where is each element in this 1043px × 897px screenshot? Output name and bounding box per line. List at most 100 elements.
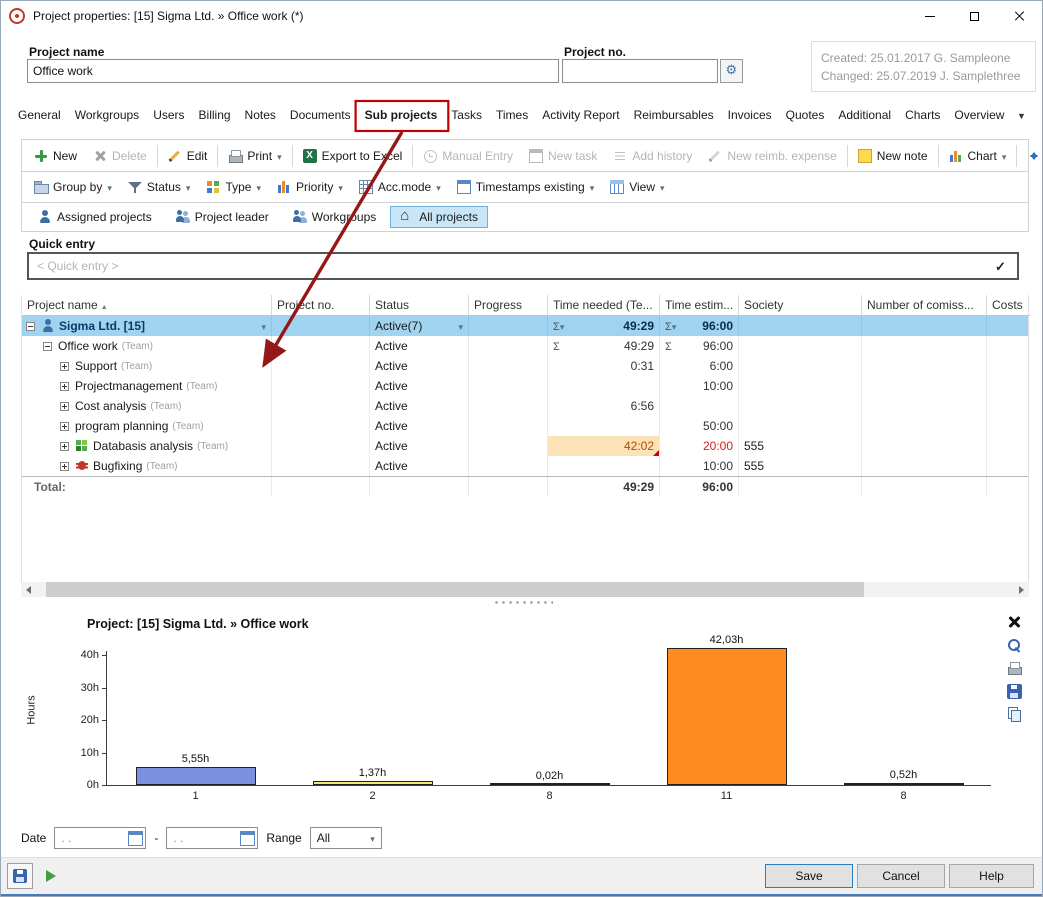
project-name-input[interactable] (27, 59, 559, 83)
chart-save-icon[interactable] (1007, 684, 1022, 699)
expander-icon[interactable] (26, 322, 35, 331)
column-header-project-no[interactable]: Project no. (272, 295, 370, 316)
all-projects-view[interactable]: All projects (390, 206, 488, 228)
tab-workgroups[interactable]: Workgroups (68, 102, 146, 128)
tab-invoices[interactable]: Invoices (721, 102, 779, 128)
calendar-icon[interactable] (240, 831, 255, 846)
scroll-left-button[interactable] (21, 582, 36, 597)
expand-button[interactable]: Expand (1019, 140, 1043, 171)
tab-sub-projects[interactable]: Sub projects (358, 102, 445, 128)
column-header-time-estim[interactable]: Time estim... (660, 295, 739, 316)
expander-icon[interactable] (43, 342, 52, 351)
tab-quotes[interactable]: Quotes (779, 102, 832, 128)
dropdown-icon[interactable] (560, 319, 565, 333)
date-from-input[interactable] (61, 831, 128, 845)
expander-icon[interactable] (60, 362, 69, 371)
edit-button[interactable]: Edit (160, 140, 216, 171)
help-button[interactable]: Help (949, 864, 1034, 888)
project-leader-view[interactable]: Project leader (166, 206, 279, 228)
table-row[interactable]: Office work(Team)Active49:2996:00 (22, 336, 1028, 356)
date-to-input[interactable] (173, 831, 240, 845)
tab-activity-report[interactable]: Activity Report (535, 102, 626, 128)
status-filter[interactable]: Status (120, 172, 199, 202)
tab-general[interactable]: General (11, 102, 68, 128)
tab-times[interactable]: Times (489, 102, 535, 128)
print-button[interactable]: Print (220, 140, 289, 171)
chart-preview-icon[interactable] (1007, 638, 1022, 653)
workgroups-view[interactable]: Workgroups (283, 206, 386, 228)
expander-icon[interactable] (60, 442, 69, 451)
chart-button[interactable]: Chart (941, 140, 1015, 171)
splitter-handle[interactable] (493, 600, 553, 605)
cancel-button[interactable]: Cancel (857, 864, 945, 888)
acc-mode-filter[interactable]: Acc.mode (351, 172, 449, 202)
tab-tasks[interactable]: Tasks (444, 102, 489, 128)
delete-button[interactable]: Delete (85, 140, 155, 171)
new-reimb-expense-button[interactable]: New reimb. expense (700, 140, 844, 171)
timestamps-existing-filter[interactable]: Timestamps existing (449, 172, 602, 202)
maximize-button[interactable] (952, 1, 997, 31)
column-header-number-of-comiss[interactable]: Number of comiss... (862, 295, 987, 316)
scrollbar-thumb[interactable] (46, 582, 864, 597)
tab-users[interactable]: Users (146, 102, 191, 128)
tab-documents[interactable]: Documents (283, 102, 358, 128)
new-button[interactable]: New (26, 140, 85, 171)
scroll-right-button[interactable] (1014, 582, 1029, 597)
expander-icon[interactable] (60, 422, 69, 431)
chart-close-icon[interactable] (1007, 615, 1022, 630)
horizontal-scrollbar[interactable] (21, 582, 1029, 597)
check-icon[interactable] (995, 259, 1009, 273)
priority-filter[interactable]: Priority (269, 172, 351, 202)
save-button[interactable]: Save (765, 864, 853, 888)
table-row[interactable]: Support(Team)Active0:316:00 (22, 356, 1028, 376)
table-row[interactable]: Databasis analysis(Team)Active42:0220:00… (22, 436, 1028, 456)
column-header-progress[interactable]: Progress (469, 295, 548, 316)
tab-billing[interactable]: Billing (192, 102, 238, 128)
tab-notes[interactable]: Notes (238, 102, 283, 128)
close-window-button[interactable] (997, 1, 1042, 31)
add-history-button[interactable]: Add history (605, 140, 700, 171)
column-header-time-needed-te[interactable]: Time needed (Te... (548, 295, 660, 316)
tabs-overflow-chevron-icon[interactable] (1017, 108, 1026, 122)
tab-additional[interactable]: Additional (831, 102, 898, 128)
calendar-icon[interactable] (128, 831, 143, 846)
tab-charts[interactable]: Charts (898, 102, 947, 128)
table-row[interactable]: Bugfixing(Team)Active10:00555 (22, 456, 1028, 476)
project-no-settings-button[interactable] (720, 59, 743, 83)
column-header-status[interactable]: Status (370, 295, 469, 316)
dropdown-icon[interactable] (458, 319, 463, 333)
column-header-project-name[interactable]: Project name (22, 295, 272, 316)
clock-icon (423, 149, 437, 163)
minimize-button[interactable] (907, 1, 952, 31)
scrollbar-track[interactable] (36, 582, 1014, 597)
new-task-button[interactable]: New task (521, 140, 605, 171)
view-filter[interactable]: View (602, 172, 672, 202)
grid-icon (359, 180, 373, 194)
chart-copy-icon[interactable] (1007, 707, 1022, 722)
column-header-costs[interactable]: Costs (987, 295, 1030, 316)
tab-overview[interactable]: Overview (947, 102, 1011, 128)
run-button[interactable] (37, 863, 63, 889)
column-header-society[interactable]: Society (739, 295, 862, 316)
project-no-input[interactable] (562, 59, 718, 83)
type-filter[interactable]: Type (198, 172, 269, 202)
table-row[interactable]: program planning(Team)Active50:00 (22, 416, 1028, 436)
expander-icon[interactable] (60, 382, 69, 391)
table-row[interactable]: Sigma Ltd. [15]Active(7)49:2996:00 (22, 316, 1028, 336)
save-layout-button[interactable] (7, 863, 33, 889)
table-row[interactable]: Projectmanagement(Team)Active10:00 (22, 376, 1028, 396)
expander-icon[interactable] (60, 462, 69, 471)
table-row[interactable]: Cost analysis(Team)Active6:56 (22, 396, 1028, 416)
range-select[interactable]: All (310, 827, 382, 849)
expander-icon[interactable] (60, 402, 69, 411)
export-to-excel-button[interactable]: Export to Excel (295, 140, 411, 171)
group-by-filter[interactable]: Group by (26, 172, 120, 202)
chart-print-icon[interactable] (1007, 661, 1022, 676)
manual-entry-button[interactable]: Manual Entry (415, 140, 521, 171)
new-note-button[interactable]: New note (850, 140, 936, 171)
dropdown-icon[interactable] (672, 319, 677, 333)
assigned-projects-view[interactable]: Assigned projects (28, 206, 162, 228)
tab-reimbursables[interactable]: Reimbursables (627, 102, 721, 128)
quick-entry-input[interactable] (37, 259, 995, 273)
dropdown-icon[interactable] (261, 319, 266, 333)
